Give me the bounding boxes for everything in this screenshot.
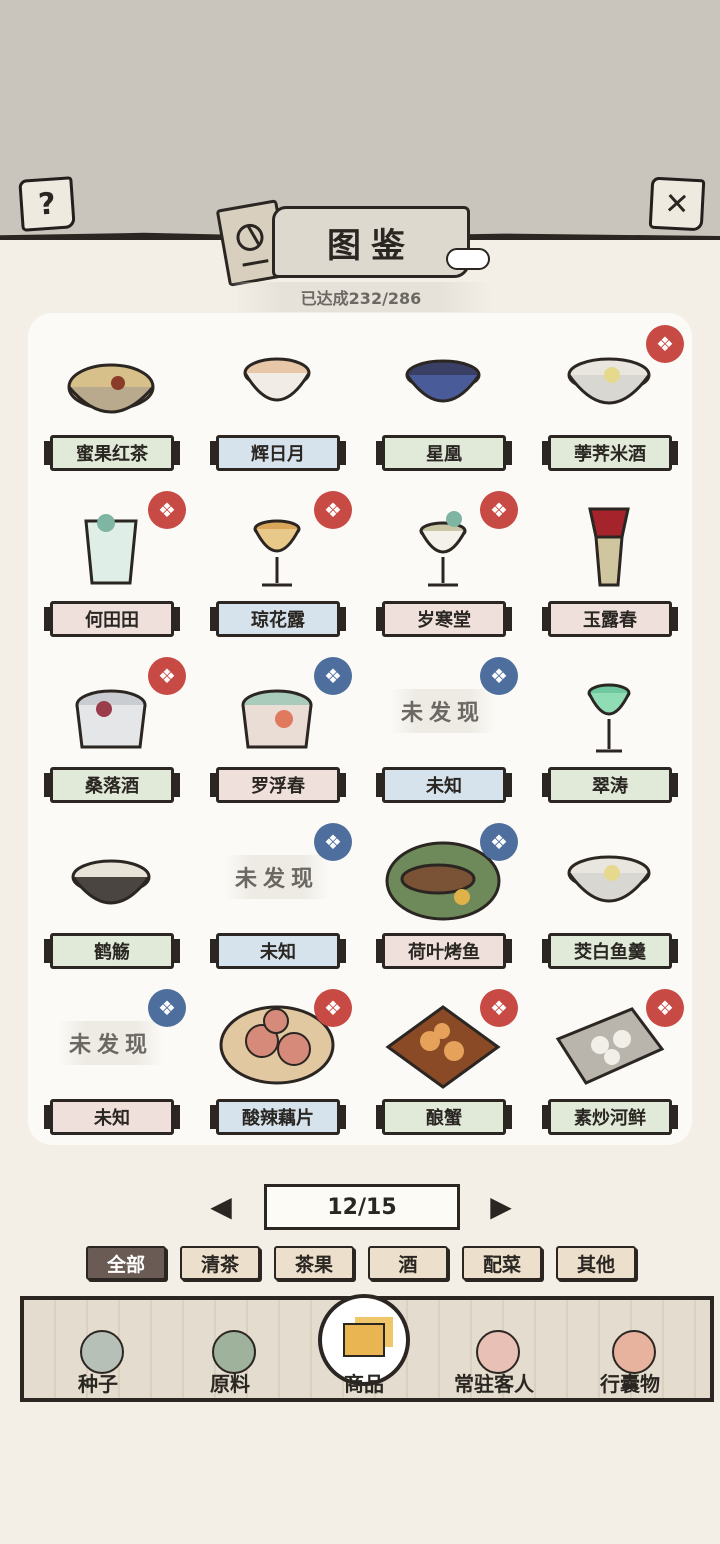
pager: ◀ 12/15 ▶ (186, 1182, 536, 1230)
collection-item[interactable]: 未发现 ❖ 未知 (360, 649, 526, 815)
food-image (48, 825, 174, 929)
collection-item[interactable]: ❖ 荷叶烤鱼 (360, 815, 526, 981)
blue-badge-icon: ❖ (314, 823, 352, 861)
nav-label: 种子 (78, 1372, 118, 1396)
item-name: 未知 (44, 1099, 180, 1135)
item-name: 酿蟹 (376, 1099, 512, 1135)
next-arrow-icon: ▶ (490, 1189, 512, 1223)
collection-item[interactable]: 辉日月 (194, 317, 360, 483)
item-name: 蜜果红茶 (44, 435, 180, 471)
close-button[interactable]: ✕ (648, 176, 706, 232)
food-image (546, 659, 672, 763)
prev-page-button[interactable]: ◀ (186, 1186, 256, 1226)
collection-item[interactable]: ❖ 何田田 (28, 483, 194, 649)
collection-item[interactable]: ❖ 酿蟹 (360, 981, 526, 1147)
category-filters: 全部 清茶 茶果 酒 配菜 其他 (86, 1246, 646, 1280)
nav-label: 原料 (210, 1372, 250, 1396)
item-name: 玉露春 (542, 601, 678, 637)
item-name: 素炒河鲜 (542, 1099, 678, 1135)
item-name: 荷叶烤鱼 (376, 933, 512, 969)
collection-item[interactable]: ❖ 桑落酒 (28, 649, 194, 815)
item-name: 荸荠米酒 (542, 435, 678, 471)
collection-item[interactable]: 玉露春 (526, 483, 692, 649)
nav-materials[interactable]: 原料 (170, 1300, 290, 1398)
blue-badge-icon: ❖ (480, 823, 518, 861)
item-name: 岁寒堂 (376, 601, 512, 637)
page-title: 图鉴 (327, 225, 415, 266)
red-badge-icon: ❖ (314, 989, 352, 1027)
collection-item[interactable]: 蜜果红茶 (28, 317, 194, 483)
filter-wine[interactable]: 酒 (368, 1246, 448, 1280)
cloud-icon (446, 248, 490, 270)
item-name: 何田田 (44, 601, 180, 637)
filter-side-dish[interactable]: 配菜 (462, 1246, 542, 1280)
food-image (48, 327, 174, 431)
nav-goods[interactable]: 商品 (304, 1294, 424, 1398)
undiscovered-text: 未发现 (224, 855, 329, 899)
item-name: 未知 (376, 767, 512, 803)
red-badge-icon: ❖ (314, 491, 352, 529)
food-image (546, 825, 672, 929)
item-name: 桑落酒 (44, 767, 180, 803)
collection-item[interactable]: 未发现 ❖ 未知 (194, 815, 360, 981)
collection-item[interactable]: ❖ 荸荠米酒 (526, 317, 692, 483)
filter-tea[interactable]: 清茶 (180, 1246, 260, 1280)
blue-badge-icon: ❖ (148, 989, 186, 1027)
red-badge-icon: ❖ (480, 989, 518, 1027)
collection-item[interactable]: ❖ 岁寒堂 (360, 483, 526, 649)
item-name: 茭白鱼羹 (542, 933, 678, 969)
prev-arrow-icon: ◀ (210, 1189, 232, 1223)
close-icon: ✕ (663, 185, 691, 223)
nav-guests[interactable]: 常驻客人 (434, 1300, 554, 1398)
blue-badge-icon: ❖ (480, 657, 518, 695)
blue-badge-icon: ❖ (314, 657, 352, 695)
item-name: 鹤觞 (44, 933, 180, 969)
food-image (214, 327, 340, 431)
red-badge-icon: ❖ (148, 491, 186, 529)
food-image (380, 327, 506, 431)
collection-item[interactable]: 茭白鱼羹 (526, 815, 692, 981)
page-indicator: 12/15 (264, 1184, 460, 1230)
red-badge-icon: ❖ (148, 657, 186, 695)
collection-item[interactable]: ❖ 罗浮春 (194, 649, 360, 815)
item-name: 星凰 (376, 435, 512, 471)
filter-other[interactable]: 其他 (556, 1246, 636, 1280)
item-name: 琼花露 (210, 601, 346, 637)
red-badge-icon: ❖ (646, 325, 684, 363)
nav-label: 行囊物 (600, 1372, 660, 1396)
nav-inventory[interactable]: 行囊物 (570, 1300, 690, 1398)
red-badge-icon: ❖ (480, 491, 518, 529)
item-name: 辉日月 (210, 435, 346, 471)
nav-label: 常驻客人 (454, 1372, 534, 1396)
help-button[interactable]: ? (18, 176, 76, 232)
collection-item[interactable]: ❖ 酸辣藕片 (194, 981, 360, 1147)
collection-item[interactable]: 未发现 ❖ 未知 (28, 981, 194, 1147)
collection-grid: 蜜果红茶 辉日月 星凰 ❖ 荸荠米酒 ❖ 何田田 ❖ 琼花露 ❖ 岁寒堂 玉露春 ❖ 桑落酒 ❖ 罗浮春 未发现… (28, 313, 692, 1145)
item-name: 翠涛 (542, 767, 678, 803)
bottom-nav: 种子 原料 商品 常驻客人 行囊物 (20, 1294, 714, 1402)
item-name: 酸辣藕片 (210, 1099, 346, 1135)
nav-label: 商品 (344, 1372, 384, 1396)
top-band (0, 0, 720, 238)
collection-item[interactable]: ❖ 琼花露 (194, 483, 360, 649)
collection-item[interactable]: 翠涛 (526, 649, 692, 815)
collection-item[interactable]: ❖ 素炒河鲜 (526, 981, 692, 1147)
undiscovered-text: 未发现 (390, 689, 495, 733)
help-icon: ? (37, 185, 57, 223)
filter-tea-fruit[interactable]: 茶果 (274, 1246, 354, 1280)
nav-seeds[interactable]: 种子 (38, 1300, 158, 1398)
undiscovered-text: 未发现 (58, 1021, 163, 1065)
collection-item[interactable]: 星凰 (360, 317, 526, 483)
food-image (546, 493, 672, 597)
title-plaque: 图鉴 (272, 206, 470, 278)
item-name: 未知 (210, 933, 346, 969)
next-page-button[interactable]: ▶ (466, 1186, 536, 1226)
item-name: 罗浮春 (210, 767, 346, 803)
filter-all[interactable]: 全部 (86, 1246, 166, 1280)
collection-item[interactable]: 鹤觞 (28, 815, 194, 981)
red-badge-icon: ❖ (646, 989, 684, 1027)
collection-progress: 已达成232/286 (230, 282, 492, 312)
